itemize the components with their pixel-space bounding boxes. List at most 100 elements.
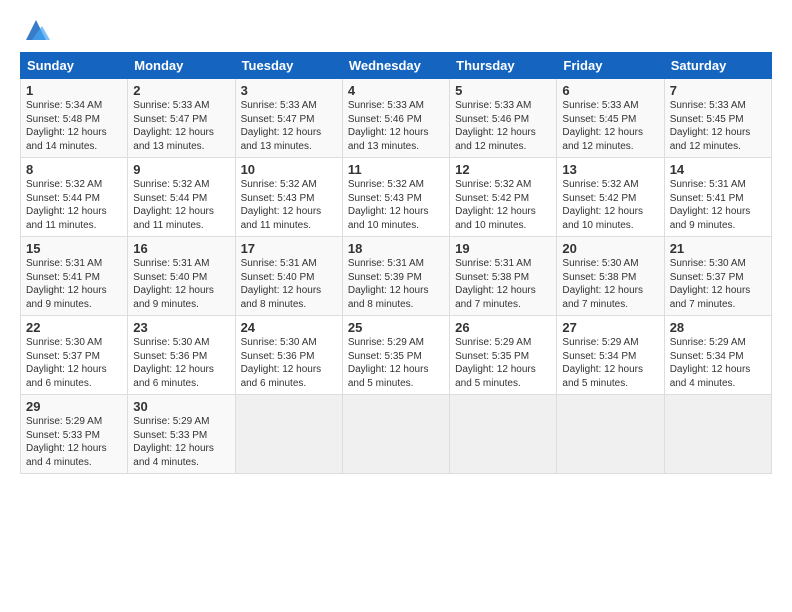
day-info: Sunrise: 5:33 AMSunset: 5:47 PMDaylight:…	[133, 99, 229, 153]
logo-icon	[22, 16, 50, 44]
weekday-header-tuesday: Tuesday	[235, 53, 342, 79]
calendar-cell	[235, 395, 342, 474]
calendar-cell: 30Sunrise: 5:29 AMSunset: 5:33 PMDayligh…	[128, 395, 235, 474]
day-number: 5	[455, 83, 551, 98]
weekday-header-thursday: Thursday	[450, 53, 557, 79]
day-info: Sunrise: 5:31 AMSunset: 5:41 PMDaylight:…	[26, 257, 122, 311]
day-number: 3	[241, 83, 337, 98]
day-info: Sunrise: 5:32 AMSunset: 5:44 PMDaylight:…	[133, 178, 229, 232]
day-number: 18	[348, 241, 444, 256]
calendar-cell: 19Sunrise: 5:31 AMSunset: 5:38 PMDayligh…	[450, 237, 557, 316]
day-info: Sunrise: 5:31 AMSunset: 5:40 PMDaylight:…	[133, 257, 229, 311]
day-info: Sunrise: 5:29 AMSunset: 5:33 PMDaylight:…	[26, 415, 122, 469]
day-number: 29	[26, 399, 122, 414]
day-info: Sunrise: 5:29 AMSunset: 5:35 PMDaylight:…	[455, 336, 551, 390]
calendar-cell: 26Sunrise: 5:29 AMSunset: 5:35 PMDayligh…	[450, 316, 557, 395]
day-info: Sunrise: 5:33 AMSunset: 5:47 PMDaylight:…	[241, 99, 337, 153]
day-number: 15	[26, 241, 122, 256]
day-number: 10	[241, 162, 337, 177]
day-number: 4	[348, 83, 444, 98]
day-info: Sunrise: 5:29 AMSunset: 5:35 PMDaylight:…	[348, 336, 444, 390]
day-number: 26	[455, 320, 551, 335]
day-number: 25	[348, 320, 444, 335]
calendar-cell: 6Sunrise: 5:33 AMSunset: 5:45 PMDaylight…	[557, 79, 664, 158]
calendar-cell: 14Sunrise: 5:31 AMSunset: 5:41 PMDayligh…	[664, 158, 771, 237]
day-number: 12	[455, 162, 551, 177]
calendar-cell: 5Sunrise: 5:33 AMSunset: 5:46 PMDaylight…	[450, 79, 557, 158]
calendar-cell: 25Sunrise: 5:29 AMSunset: 5:35 PMDayligh…	[342, 316, 449, 395]
day-number: 23	[133, 320, 229, 335]
day-number: 28	[670, 320, 766, 335]
calendar-cell: 29Sunrise: 5:29 AMSunset: 5:33 PMDayligh…	[21, 395, 128, 474]
calendar-cell: 20Sunrise: 5:30 AMSunset: 5:38 PMDayligh…	[557, 237, 664, 316]
calendar-cell: 24Sunrise: 5:30 AMSunset: 5:36 PMDayligh…	[235, 316, 342, 395]
day-number: 21	[670, 241, 766, 256]
calendar-row-4: 22Sunrise: 5:30 AMSunset: 5:37 PMDayligh…	[21, 316, 772, 395]
day-number: 17	[241, 241, 337, 256]
day-info: Sunrise: 5:30 AMSunset: 5:37 PMDaylight:…	[670, 257, 766, 311]
day-info: Sunrise: 5:32 AMSunset: 5:42 PMDaylight:…	[455, 178, 551, 232]
day-number: 24	[241, 320, 337, 335]
weekday-header-row: SundayMondayTuesdayWednesdayThursdayFrid…	[21, 53, 772, 79]
calendar-table: SundayMondayTuesdayWednesdayThursdayFrid…	[20, 52, 772, 474]
day-info: Sunrise: 5:31 AMSunset: 5:41 PMDaylight:…	[670, 178, 766, 232]
day-info: Sunrise: 5:29 AMSunset: 5:34 PMDaylight:…	[562, 336, 658, 390]
calendar-cell: 16Sunrise: 5:31 AMSunset: 5:40 PMDayligh…	[128, 237, 235, 316]
day-info: Sunrise: 5:30 AMSunset: 5:38 PMDaylight:…	[562, 257, 658, 311]
day-number: 13	[562, 162, 658, 177]
day-number: 8	[26, 162, 122, 177]
day-info: Sunrise: 5:33 AMSunset: 5:45 PMDaylight:…	[562, 99, 658, 153]
weekday-header-monday: Monday	[128, 53, 235, 79]
calendar-row-3: 15Sunrise: 5:31 AMSunset: 5:41 PMDayligh…	[21, 237, 772, 316]
calendar-row-1: 1Sunrise: 5:34 AMSunset: 5:48 PMDaylight…	[21, 79, 772, 158]
calendar-cell: 7Sunrise: 5:33 AMSunset: 5:45 PMDaylight…	[664, 79, 771, 158]
calendar-cell: 4Sunrise: 5:33 AMSunset: 5:46 PMDaylight…	[342, 79, 449, 158]
calendar-row-2: 8Sunrise: 5:32 AMSunset: 5:44 PMDaylight…	[21, 158, 772, 237]
day-number: 9	[133, 162, 229, 177]
day-info: Sunrise: 5:30 AMSunset: 5:37 PMDaylight:…	[26, 336, 122, 390]
weekday-header-friday: Friday	[557, 53, 664, 79]
weekday-header-sunday: Sunday	[21, 53, 128, 79]
weekday-header-saturday: Saturday	[664, 53, 771, 79]
calendar-cell: 1Sunrise: 5:34 AMSunset: 5:48 PMDaylight…	[21, 79, 128, 158]
calendar-cell: 22Sunrise: 5:30 AMSunset: 5:37 PMDayligh…	[21, 316, 128, 395]
day-number: 11	[348, 162, 444, 177]
calendar-cell: 9Sunrise: 5:32 AMSunset: 5:44 PMDaylight…	[128, 158, 235, 237]
calendar-cell: 23Sunrise: 5:30 AMSunset: 5:36 PMDayligh…	[128, 316, 235, 395]
logo	[20, 16, 50, 44]
day-info: Sunrise: 5:33 AMSunset: 5:45 PMDaylight:…	[670, 99, 766, 153]
day-info: Sunrise: 5:34 AMSunset: 5:48 PMDaylight:…	[26, 99, 122, 153]
day-info: Sunrise: 5:32 AMSunset: 5:44 PMDaylight:…	[26, 178, 122, 232]
calendar-cell	[342, 395, 449, 474]
calendar-cell: 10Sunrise: 5:32 AMSunset: 5:43 PMDayligh…	[235, 158, 342, 237]
day-info: Sunrise: 5:29 AMSunset: 5:33 PMDaylight:…	[133, 415, 229, 469]
calendar-cell: 21Sunrise: 5:30 AMSunset: 5:37 PMDayligh…	[664, 237, 771, 316]
calendar-cell: 12Sunrise: 5:32 AMSunset: 5:42 PMDayligh…	[450, 158, 557, 237]
day-info: Sunrise: 5:30 AMSunset: 5:36 PMDaylight:…	[241, 336, 337, 390]
calendar-cell: 13Sunrise: 5:32 AMSunset: 5:42 PMDayligh…	[557, 158, 664, 237]
calendar-row-5: 29Sunrise: 5:29 AMSunset: 5:33 PMDayligh…	[21, 395, 772, 474]
calendar-cell: 18Sunrise: 5:31 AMSunset: 5:39 PMDayligh…	[342, 237, 449, 316]
calendar-cell	[450, 395, 557, 474]
day-number: 2	[133, 83, 229, 98]
weekday-header-wednesday: Wednesday	[342, 53, 449, 79]
day-number: 6	[562, 83, 658, 98]
day-info: Sunrise: 5:32 AMSunset: 5:43 PMDaylight:…	[348, 178, 444, 232]
calendar-cell: 15Sunrise: 5:31 AMSunset: 5:41 PMDayligh…	[21, 237, 128, 316]
day-info: Sunrise: 5:33 AMSunset: 5:46 PMDaylight:…	[455, 99, 551, 153]
day-number: 14	[670, 162, 766, 177]
day-info: Sunrise: 5:30 AMSunset: 5:36 PMDaylight:…	[133, 336, 229, 390]
day-info: Sunrise: 5:31 AMSunset: 5:38 PMDaylight:…	[455, 257, 551, 311]
day-number: 19	[455, 241, 551, 256]
calendar-cell: 28Sunrise: 5:29 AMSunset: 5:34 PMDayligh…	[664, 316, 771, 395]
calendar-cell: 17Sunrise: 5:31 AMSunset: 5:40 PMDayligh…	[235, 237, 342, 316]
day-info: Sunrise: 5:31 AMSunset: 5:40 PMDaylight:…	[241, 257, 337, 311]
day-info: Sunrise: 5:29 AMSunset: 5:34 PMDaylight:…	[670, 336, 766, 390]
day-info: Sunrise: 5:31 AMSunset: 5:39 PMDaylight:…	[348, 257, 444, 311]
calendar-cell: 27Sunrise: 5:29 AMSunset: 5:34 PMDayligh…	[557, 316, 664, 395]
day-number: 1	[26, 83, 122, 98]
calendar-cell: 8Sunrise: 5:32 AMSunset: 5:44 PMDaylight…	[21, 158, 128, 237]
calendar-cell	[664, 395, 771, 474]
day-info: Sunrise: 5:32 AMSunset: 5:42 PMDaylight:…	[562, 178, 658, 232]
day-number: 20	[562, 241, 658, 256]
